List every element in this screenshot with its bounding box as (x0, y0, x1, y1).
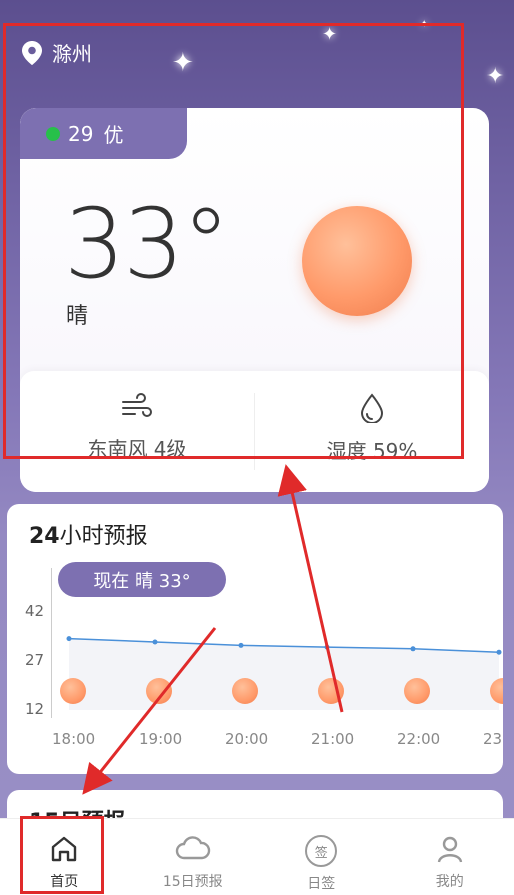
user-icon (434, 833, 466, 865)
tab-15-day-forecast[interactable]: 15日预报 (129, 819, 258, 895)
sun-icon (318, 678, 344, 704)
y-tick-label: 27 (25, 651, 44, 669)
hour-label: 20:00 (225, 730, 268, 748)
y-tick-label: 12 (25, 700, 44, 718)
hour-label: 19:00 (139, 730, 182, 748)
tab-label: 我的 (436, 871, 464, 891)
temperature-point (411, 646, 416, 651)
temperature-point (153, 640, 158, 645)
hour-label: 22:00 (397, 730, 440, 748)
hour-label: 23 (483, 730, 502, 748)
temperature-point (497, 650, 502, 655)
now-indicator: 现在 晴 33° (58, 562, 226, 597)
tab-label: 日签 (307, 873, 335, 893)
hour-label: 18:00 (52, 730, 95, 748)
temperature-point (67, 636, 72, 641)
temperature-point (239, 643, 244, 648)
sun-icon (404, 678, 430, 704)
tab-mine[interactable]: 我的 (386, 819, 514, 895)
temperature-point (325, 645, 330, 650)
hour-label: 21:00 (311, 730, 354, 748)
annotation-highlight-box (3, 23, 464, 459)
cloud-icon (175, 833, 211, 865)
sun-icon (146, 678, 172, 704)
y-tick-label: 42 (25, 602, 44, 620)
tab-daily-sign[interactable]: 签 日签 (257, 819, 386, 895)
sun-icon (232, 678, 258, 704)
sign-icon: 签 (305, 835, 337, 867)
tab-label: 15日预报 (163, 871, 223, 891)
sun-icon (60, 678, 86, 704)
star-decoration: ✦ (486, 66, 504, 88)
annotation-highlight-box (20, 816, 104, 894)
hourly-forecast-card[interactable]: 24小时预报 现在 晴 33° 42 27 12 18:00 19:00 20:… (7, 504, 503, 774)
